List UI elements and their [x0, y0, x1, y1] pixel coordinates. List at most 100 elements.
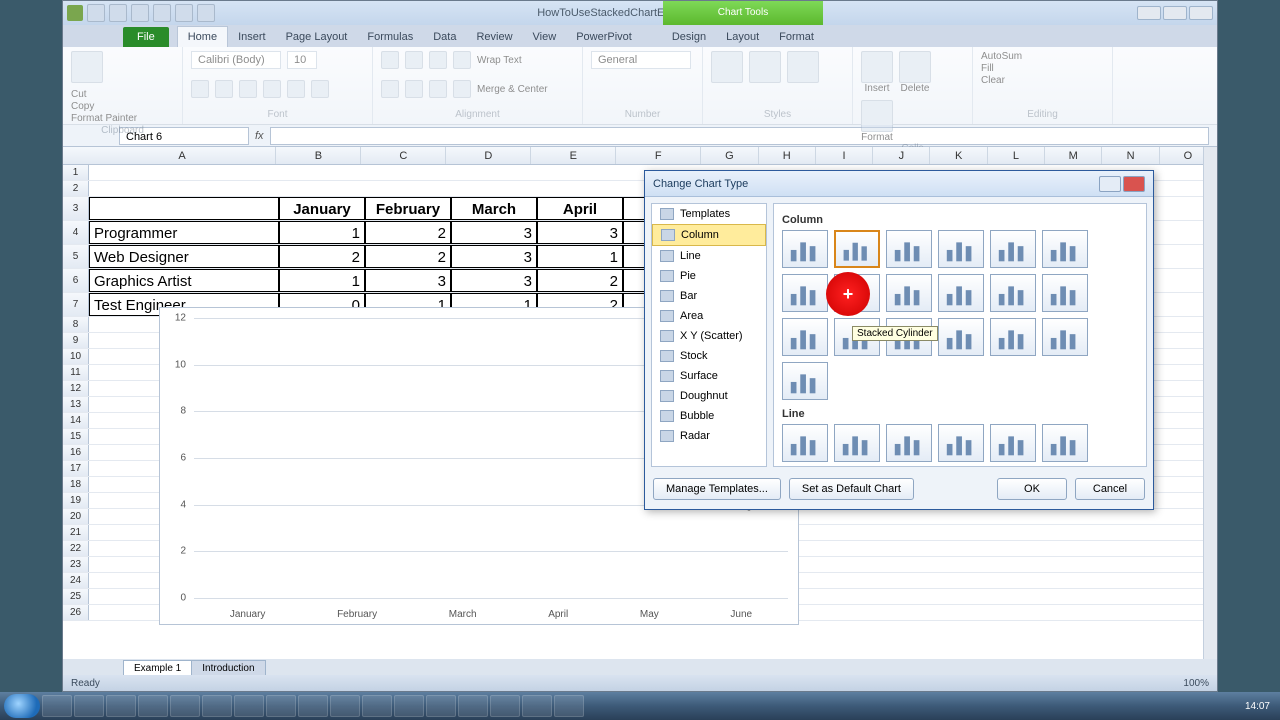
insert-cells-icon[interactable]: [861, 51, 893, 83]
align-top-icon[interactable]: [381, 51, 399, 69]
font-color-icon[interactable]: [311, 80, 329, 98]
taskbar-project-icon[interactable]: [298, 695, 328, 717]
fill-color-icon[interactable]: [287, 80, 305, 98]
undo-icon[interactable]: [109, 4, 127, 22]
minimize-button[interactable]: [1137, 6, 1161, 20]
tab-data[interactable]: Data: [423, 27, 466, 47]
col-L[interactable]: L: [988, 147, 1045, 164]
taskbar-folder-icon[interactable]: [170, 695, 200, 717]
cancel-button[interactable]: Cancel: [1075, 478, 1145, 500]
chart-thumb[interactable]: [782, 318, 828, 356]
taskbar-app3-icon[interactable]: [426, 695, 456, 717]
bold-icon[interactable]: [191, 80, 209, 98]
cut-label[interactable]: Cut: [71, 89, 137, 101]
taskbar-explorer-icon[interactable]: [74, 695, 104, 717]
cell-A3[interactable]: [89, 197, 279, 220]
cell-styles-icon[interactable]: [787, 51, 819, 83]
redo-icon[interactable]: [131, 4, 149, 22]
tab-page-layout[interactable]: Page Layout: [276, 27, 358, 47]
taskbar-app-icon[interactable]: [362, 695, 392, 717]
tab-layout[interactable]: Layout: [716, 27, 769, 47]
chart-thumb[interactable]: [1042, 274, 1088, 312]
taskbar-powerpoint-icon[interactable]: [234, 695, 264, 717]
set-default-chart-button[interactable]: Set as Default Chart: [789, 478, 914, 500]
chart-thumb[interactable]: [782, 230, 828, 268]
chart-cat-bubble[interactable]: Bubble: [652, 406, 766, 426]
cell-C4[interactable]: 2: [365, 221, 451, 244]
tab-formulas[interactable]: Formulas: [357, 27, 423, 47]
zoom-level[interactable]: 100%: [1183, 678, 1209, 689]
copy-label[interactable]: Copy: [71, 101, 137, 113]
tab-view[interactable]: View: [523, 27, 567, 47]
chart-thumb[interactable]: [782, 424, 828, 462]
painter-label[interactable]: Format Painter: [71, 113, 137, 125]
delete-cells-icon[interactable]: [899, 51, 931, 83]
chart-thumb[interactable]: [990, 230, 1036, 268]
dialog-close-button[interactable]: [1123, 176, 1145, 192]
underline-icon[interactable]: [239, 80, 257, 98]
fx-icon[interactable]: fx: [255, 130, 264, 142]
chart-thumb[interactable]: [1042, 424, 1088, 462]
tab-insert[interactable]: Insert: [228, 27, 276, 47]
cell-E5[interactable]: 1: [537, 245, 623, 268]
cell-A5[interactable]: Web Designer: [89, 245, 279, 268]
col-D[interactable]: D: [446, 147, 531, 164]
save-icon[interactable]: [87, 4, 105, 22]
cell-E3[interactable]: April: [537, 197, 623, 220]
chart-thumb[interactable]: [782, 274, 828, 312]
dialog-titlebar[interactable]: Change Chart Type: [645, 171, 1153, 197]
cell-A4[interactable]: Programmer: [89, 221, 279, 244]
col-E[interactable]: E: [531, 147, 616, 164]
tab-file[interactable]: File: [123, 27, 169, 47]
chart-thumb[interactable]: [938, 230, 984, 268]
chart-thumb[interactable]: [834, 230, 880, 268]
tab-design[interactable]: Design: [662, 27, 716, 47]
chart-cat-stock[interactable]: Stock: [652, 346, 766, 366]
taskbar-app4-icon[interactable]: [458, 695, 488, 717]
tab-format[interactable]: Format: [769, 27, 824, 47]
cell-B6[interactable]: 1: [279, 269, 365, 292]
italic-icon[interactable]: [215, 80, 233, 98]
align-bot-icon[interactable]: [429, 51, 447, 69]
cell-C3[interactable]: February: [365, 197, 451, 220]
number-format-select[interactable]: [591, 51, 691, 69]
vertical-scrollbar[interactable]: [1203, 147, 1217, 661]
col-J[interactable]: J: [873, 147, 930, 164]
chart-cat-line[interactable]: Line: [652, 246, 766, 266]
chart-thumb[interactable]: [990, 318, 1036, 356]
chart-cat-radar[interactable]: Radar: [652, 426, 766, 446]
chart-thumb[interactable]: [1042, 230, 1088, 268]
taskbar-chrome-icon[interactable]: [106, 695, 136, 717]
orientation-icon[interactable]: [453, 51, 471, 69]
chart-cat-bar[interactable]: Bar: [652, 286, 766, 306]
cell-B3[interactable]: January: [279, 197, 365, 220]
taskbar-app7-icon[interactable]: [554, 695, 584, 717]
cell-E4[interactable]: 3: [537, 221, 623, 244]
sheet-tab-introduction[interactable]: Introduction: [191, 660, 265, 676]
tab-powerpivot[interactable]: PowerPivot: [566, 27, 642, 47]
chart-thumb[interactable]: [834, 424, 880, 462]
chart-thumb[interactable]: [886, 424, 932, 462]
taskbar-app2-icon[interactable]: [394, 695, 424, 717]
cell-A6[interactable]: Graphics Artist: [89, 269, 279, 292]
chart-cat-doughnut[interactable]: Doughnut: [652, 386, 766, 406]
font-size-input[interactable]: [287, 51, 317, 69]
cell-D6[interactable]: 3: [451, 269, 537, 292]
conditional-formatting-icon[interactable]: [711, 51, 743, 83]
chart-thumb[interactable]: [938, 274, 984, 312]
border-icon[interactable]: [263, 80, 281, 98]
sheet-tab-example1[interactable]: Example 1: [123, 660, 192, 676]
font-name-input[interactable]: [191, 51, 281, 69]
chart-thumb[interactable]: [1042, 318, 1088, 356]
start-button[interactable]: [4, 694, 40, 718]
col-N[interactable]: N: [1102, 147, 1159, 164]
col-H[interactable]: H: [759, 147, 816, 164]
taskbar-ie-icon[interactable]: [42, 695, 72, 717]
print-icon[interactable]: [197, 4, 215, 22]
indent-icon[interactable]: [453, 80, 471, 98]
taskbar-excel-icon[interactable]: [330, 695, 360, 717]
format-as-table-icon[interactable]: [749, 51, 781, 83]
taskbar-clock[interactable]: 14:07: [1239, 701, 1276, 712]
col-A[interactable]: A: [89, 147, 277, 164]
col-I[interactable]: I: [816, 147, 873, 164]
